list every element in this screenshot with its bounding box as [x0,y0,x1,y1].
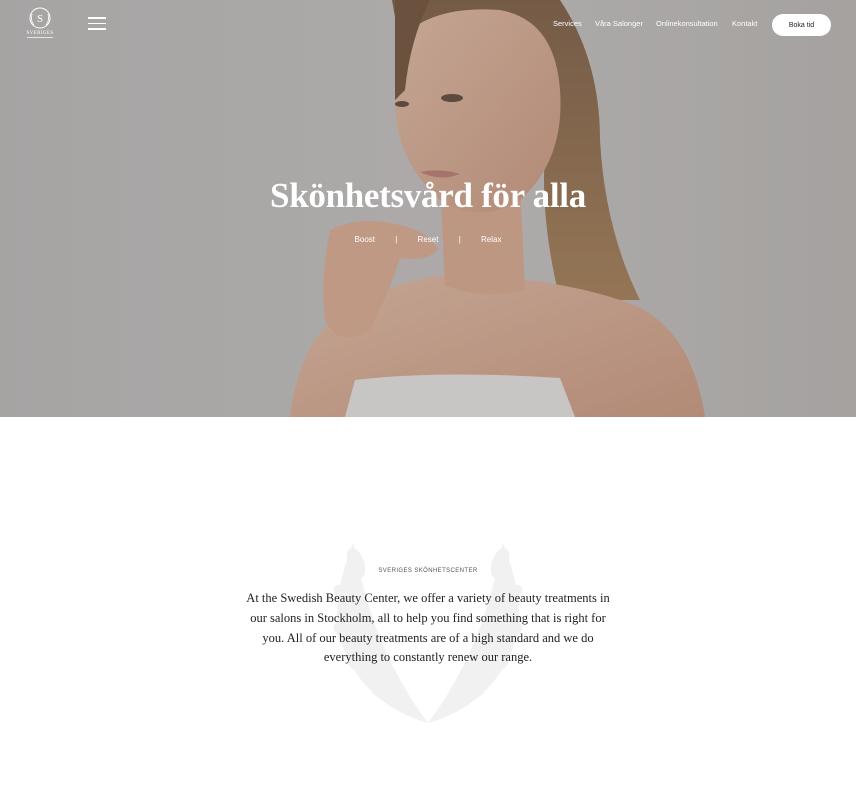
about-text: At the Swedish Beauty Center, we offer a… [246,591,610,665]
about-section: SVERIGES SKÖNHETSCENTER At the Swedish B… [0,417,856,810]
tag-separator: | [395,235,398,244]
tag-separator: | [458,235,461,244]
nav-services[interactable]: Services [553,19,582,28]
main-nav: Services Våra Salonger Onlinekonsultatio… [0,19,856,33]
section-eyebrow: SVERIGES SKÖNHETSCENTER [378,568,478,574]
logo-underline [27,37,53,38]
hero-title: Skönhetsvård för alla [270,176,586,215]
tag-boost: Boost [354,235,375,244]
nav-vara-salonger[interactable]: Våra Salonger [595,19,643,28]
nav-kontakt[interactable]: Kontakt [732,19,757,28]
tag-reset: Reset [417,235,439,244]
hero-section: Skönhetsvård för alla Boost | Reset | Re… [0,0,856,417]
tag-relax: Relax [481,235,502,244]
site-header: S SVERIGES Services Våra Salonger Online… [0,0,856,50]
book-button[interactable]: Boka tid [772,14,831,36]
hero-tagline: Boost | Reset | Relax [0,235,856,244]
nav-onlinekonsultation[interactable]: Onlinekonsultation [656,19,718,28]
